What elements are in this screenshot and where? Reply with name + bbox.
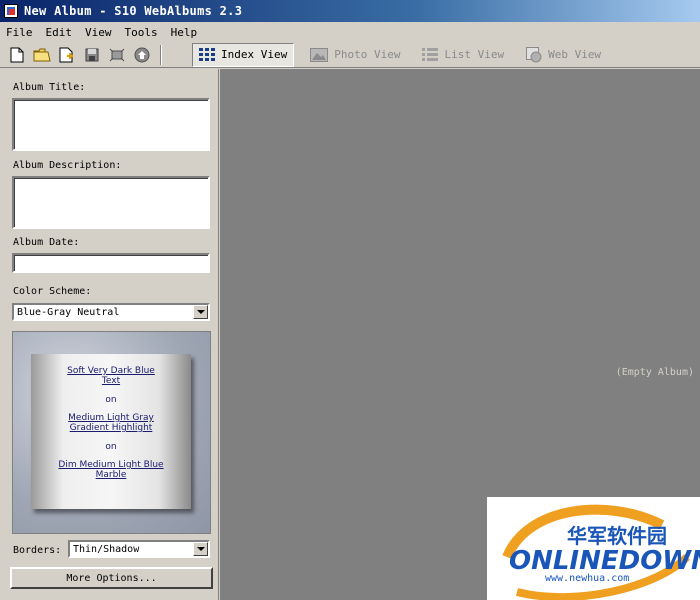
album-date-label: Album Date:	[13, 237, 80, 248]
list-icon	[422, 47, 439, 62]
preview-background-line2: Marble	[95, 470, 127, 480]
index-view-button[interactable]: Index View	[192, 42, 295, 67]
app-icon	[4, 4, 18, 18]
color-scheme-value: Blue-Gray Neutral	[17, 307, 120, 318]
preview-on-1: on	[105, 395, 117, 405]
fit-view-icon[interactable]	[106, 44, 128, 66]
list-view-label: List View	[444, 48, 505, 61]
album-description-label: Album Description:	[13, 160, 122, 171]
album-title-label: Album Title:	[13, 82, 86, 93]
borders-select[interactable]: Thin/Shadow	[68, 540, 210, 558]
index-view-label: Index View	[221, 48, 288, 61]
menu-file[interactable]: File	[6, 26, 33, 39]
chevron-down-icon[interactable]	[193, 542, 208, 556]
color-scheme-preview: Soft Very Dark Blue Text on Medium Light…	[12, 331, 211, 534]
album-date-field[interactable]	[12, 253, 210, 273]
onlinedown-logo: 华军软件园 ONLINEDOWN www.newhua.com	[502, 504, 700, 600]
borders-value: Thin/Shadow	[73, 544, 140, 555]
preview-highlight-line2: Gradient Highlight	[69, 423, 153, 433]
upload-icon[interactable]	[131, 44, 153, 66]
list-view-button[interactable]: List View	[416, 43, 510, 67]
preview-card: Soft Very Dark Blue Text on Medium Light…	[31, 354, 191, 509]
menu-edit[interactable]: Edit	[46, 26, 73, 39]
new-document-icon[interactable]	[6, 44, 28, 66]
web-icon	[526, 46, 542, 63]
menu-tools[interactable]: Tools	[125, 26, 158, 39]
preview-background-line1: Dim Medium Light Blue	[58, 460, 164, 470]
grid-icon	[199, 47, 215, 62]
brand-cn: 华军软件园	[567, 524, 667, 548]
color-scheme-select[interactable]: Blue-Gray Neutral	[12, 303, 210, 321]
preview-on-2: on	[105, 442, 117, 452]
preview-text-line2: Text	[101, 376, 121, 386]
chevron-down-icon[interactable]	[193, 305, 208, 319]
menu-bar: File Edit View Tools Help	[0, 22, 700, 42]
photo-icon	[310, 47, 329, 62]
window-title: New Album - S10 WebAlbums 2.3	[24, 4, 243, 18]
add-page-icon[interactable]	[56, 44, 78, 66]
empty-album-text: (Empty Album)	[615, 367, 694, 378]
watermark-logo: 华军软件园 ONLINEDOWN www.newhua.com	[487, 497, 700, 600]
photo-view-label: Photo View	[334, 48, 401, 61]
preview-highlight-line1: Medium Light Gray	[68, 413, 154, 423]
borders-label: Borders:	[13, 545, 62, 556]
brand-name: ONLINEDOWN	[509, 546, 700, 576]
web-view-button[interactable]: Web View	[520, 43, 607, 67]
toolbar-separator	[160, 44, 162, 65]
album-properties-panel: Album Title: Album Description: Album Da…	[0, 69, 219, 600]
album-description-field[interactable]	[12, 176, 210, 229]
photo-view-button[interactable]: Photo View	[304, 43, 406, 67]
more-options-button[interactable]: More Options...	[10, 567, 213, 589]
menu-help[interactable]: Help	[171, 26, 198, 39]
open-folder-icon[interactable]	[31, 44, 53, 66]
color-scheme-label: Color Scheme:	[13, 286, 92, 297]
album-title-field[interactable]	[12, 98, 210, 151]
toolbar: Index View Photo View List View Web View	[0, 42, 700, 68]
menu-view[interactable]: View	[85, 26, 112, 39]
web-view-label: Web View	[548, 48, 602, 61]
preview-text-line1: Soft Very Dark Blue	[67, 366, 155, 376]
brand-url: www.newhua.com	[545, 573, 629, 584]
save-icon[interactable]	[81, 44, 103, 66]
title-bar: New Album - S10 WebAlbums 2.3	[0, 0, 700, 22]
